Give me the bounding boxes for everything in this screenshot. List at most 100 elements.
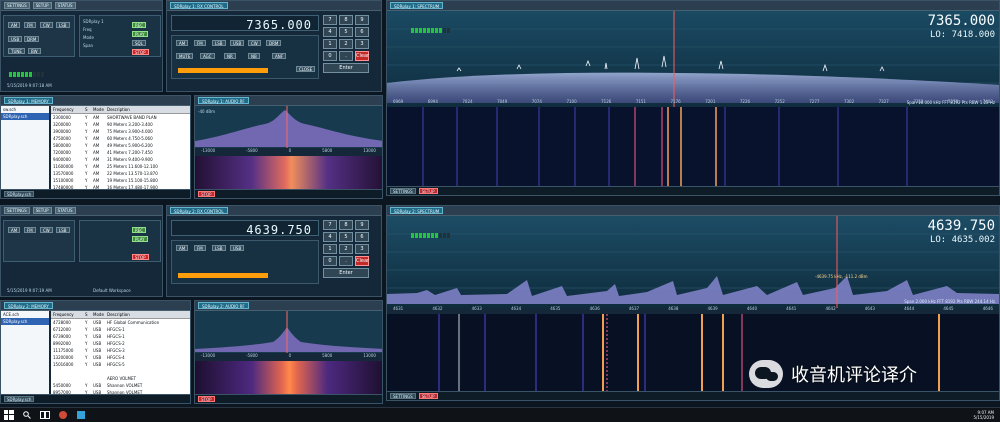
settings-button[interactable]: SETTINGS [4, 207, 30, 214]
key-3[interactable]: 3 [355, 244, 369, 254]
cw-button[interactable]: CW [40, 22, 53, 28]
enter-key[interactable]: Enter [323, 268, 369, 278]
clear-key[interactable]: Clear [355, 256, 369, 266]
key-0[interactable]: 0 [323, 51, 337, 61]
rec-button[interactable]: REC [132, 22, 147, 28]
lsb-button[interactable]: LSB [56, 22, 70, 28]
start-button[interactable] [0, 408, 18, 422]
close-button[interactable]: CLOSE [296, 66, 316, 72]
table-row[interactable]: 9400000 Y AM 31 Meters 9.400-9.900 [51, 156, 190, 163]
status-button[interactable]: STATUS [54, 207, 76, 214]
sdr-app-icon[interactable] [72, 408, 90, 422]
system-clock[interactable]: 9:07 AM 5/15/2019 [973, 410, 1000, 420]
key-1[interactable]: 1 [323, 39, 337, 49]
audio-stop-button[interactable]: STOP [198, 191, 215, 197]
memory-save-button[interactable]: SDRplay.sch [4, 191, 35, 197]
key-8[interactable]: 8 [339, 15, 353, 25]
table-row[interactable]: 4750000 Y AM 60 Meters 4.750-5.060 [51, 135, 190, 142]
key-5[interactable]: 5 [339, 27, 353, 37]
radio2-audio-spectrum[interactable] [195, 311, 382, 353]
rec-button[interactable]: REC [132, 227, 147, 233]
anf-button[interactable]: ANF [272, 53, 287, 59]
mode-usb-button[interactable]: USB [230, 40, 245, 46]
sql-button[interactable]: SQL [132, 40, 146, 46]
table-row[interactable]: 7200000 Y AM 41 Meters 7.200-7.450 [51, 149, 190, 156]
radio1-volume-bar[interactable] [178, 68, 268, 73]
table-row[interactable]: 13570000 Y AM 22 Meters 13.570-13.870 [51, 170, 190, 177]
audio-stop-button[interactable]: STOP [198, 396, 215, 402]
setup-button[interactable]: SETUP [32, 2, 52, 9]
key-dot[interactable]: . [339, 256, 353, 266]
key-dot[interactable]: . [339, 51, 353, 61]
key-9[interactable]: 9 [355, 220, 369, 230]
key-7[interactable]: 7 [323, 15, 337, 25]
table-row[interactable]: 3200000 Y AM 90 Meters 3.200-3.400 [51, 121, 190, 128]
am-button[interactable]: AM [8, 227, 21, 233]
key-1[interactable]: 1 [323, 244, 337, 254]
enter-key[interactable]: Enter [323, 63, 369, 73]
table-row[interactable]: 3900000 Y AM 75 Meters 3.900-4.000 [51, 128, 190, 135]
table-row[interactable]: 2300000 Y AM SHORTWAVE BAND PLAN [51, 114, 190, 121]
key-6[interactable]: 6 [355, 232, 369, 242]
key-8[interactable]: 8 [339, 220, 353, 230]
table-row[interactable]: 6739000 Y USB HFGCS-1 [51, 333, 190, 340]
key-4[interactable]: 4 [323, 232, 337, 242]
radio2-audio-waterfall[interactable] [195, 361, 382, 396]
memory-save-button[interactable]: SDRplay.sch [4, 396, 35, 402]
mode-fm-button[interactable]: FM [194, 245, 206, 251]
sidebar-item-sw[interactable]: sw.sch [1, 106, 49, 113]
drm-button[interactable]: DRM [24, 36, 40, 42]
nb-button[interactable]: NB [248, 53, 260, 59]
nr-button[interactable]: NR [224, 53, 236, 59]
fm-button[interactable]: FM [24, 227, 36, 233]
radio1-waterfall[interactable] [387, 107, 999, 188]
key-7[interactable]: 7 [323, 220, 337, 230]
radio1-audio-spectrum[interactable]: -40 dBm [195, 106, 382, 148]
table-row[interactable]: 5450000 Y USB Shannon VOLMET [51, 382, 190, 389]
mode-cw-button[interactable]: CW [248, 40, 261, 46]
play-button[interactable]: PLAY [132, 236, 148, 242]
stop-button[interactable]: STOP [132, 49, 149, 55]
spectrum-ctl-1[interactable]: SETTINGS [390, 188, 416, 194]
key-2[interactable]: 2 [339, 244, 353, 254]
table-row[interactable] [51, 368, 190, 375]
radio1-spectrum-plot[interactable]: 7365.000 LO: 7418.000 Span 10.000 kHz FF… [387, 11, 999, 109]
task-view-icon[interactable] [36, 408, 54, 422]
mode-lsb-button[interactable]: LSB [212, 40, 226, 46]
mode-usb-button[interactable]: USB [230, 245, 245, 251]
agc-button[interactable]: AGC [200, 53, 215, 59]
settings-button[interactable]: SETTINGS [4, 2, 30, 9]
table-row[interactable]: 15100000 Y AM 19 Meters 15.100-15.800 [51, 177, 190, 184]
sidebar-item-sdrplay[interactable]: SDRplay.sch [1, 113, 49, 120]
mode-lsb-button[interactable]: LSB [212, 245, 226, 251]
table-row[interactable]: 11600000 Y AM 25 Meters 11.600-12.100 [51, 163, 190, 170]
spectrum-ctl-2[interactable]: SETUP [418, 188, 438, 194]
table-row[interactable]: 15016000 Y USB HFGCS-5 [51, 361, 190, 368]
key-6[interactable]: 6 [355, 27, 369, 37]
table-row[interactable]: 13200000 Y USB HFGCS-4 [51, 354, 190, 361]
mute-button[interactable]: MUTE [176, 53, 194, 59]
key-5[interactable]: 5 [339, 232, 353, 242]
usb-button[interactable]: USB [8, 36, 23, 42]
status-button[interactable]: STATUS [54, 2, 76, 9]
setup-button[interactable]: SETUP [32, 207, 52, 214]
table-row[interactable]: 11175000 Y USB HFGCS-3 [51, 347, 190, 354]
table-row[interactable]: 8992000 Y USB HFGCS-2 [51, 340, 190, 347]
key-2[interactable]: 2 [339, 39, 353, 49]
mode-am-button[interactable]: AM [176, 245, 189, 251]
stop-button[interactable]: STOP [132, 254, 149, 260]
mode-drm-button[interactable]: DRM [266, 40, 282, 46]
spectrum-ctl-1[interactable]: SETTINGS [390, 393, 416, 399]
lsb-button[interactable]: LSB [56, 227, 70, 233]
search-icon[interactable] [18, 408, 36, 422]
sidebar-item-sdrplay[interactable]: SDRplay.sch [1, 318, 49, 325]
sidebar-item-ace[interactable]: ACE.sch [1, 311, 49, 318]
fm-button[interactable]: FM [24, 22, 36, 28]
am-button[interactable]: AM [8, 22, 21, 28]
radio2-spectrum-plot[interactable]: 4639.750 LO: 4635.002 -4639.75 kHz, -111… [387, 216, 999, 308]
table-row[interactable]: AERO VOLMET [51, 375, 190, 382]
key-0[interactable]: 0 [323, 256, 337, 266]
table-row[interactable]: 4728000 Y USB HF Global Communication [51, 319, 190, 326]
clear-key[interactable]: Clear [355, 51, 369, 61]
spectrum-ctl-2[interactable]: SETUP [418, 393, 438, 399]
